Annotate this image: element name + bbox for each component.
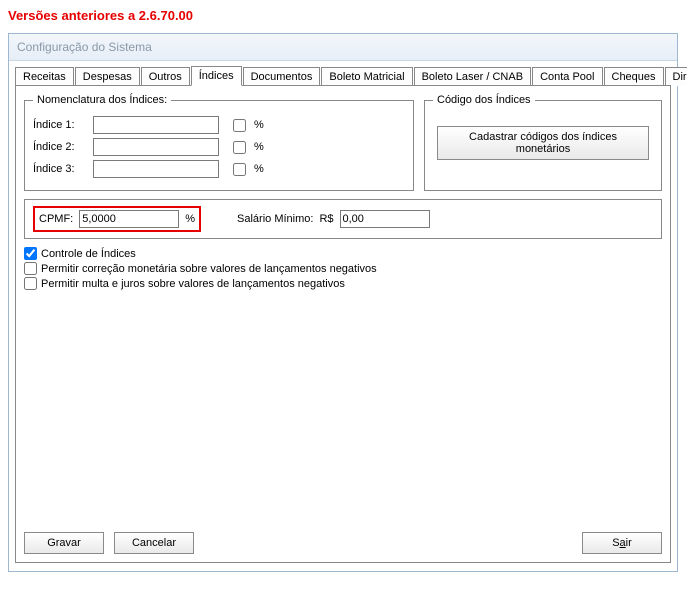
controle-indices-label: Controle de Índices [41, 248, 136, 260]
gravar-button[interactable]: Gravar [24, 532, 104, 554]
codigo-legend: Código dos Índices [433, 94, 535, 106]
indice-3-label: Índice 3: [33, 163, 87, 175]
nomenclatura-group: Nomenclatura dos Índices: Índice 1: % Ín… [24, 94, 414, 191]
tab-receitas[interactable]: Receitas [15, 67, 74, 86]
cpmf-highlight: CPMF: % [33, 206, 201, 232]
permitir-correcao-option[interactable]: Permitir correção monetária sobre valore… [24, 262, 662, 275]
tab-diretorios[interactable]: Diretórios [665, 67, 687, 86]
tab-panel-indices: Nomenclatura dos Índices: Índice 1: % Ín… [15, 85, 671, 563]
indice-row-1: Índice 1: % [33, 116, 405, 134]
permitir-multa-checkbox[interactable] [24, 277, 37, 290]
options-block: Controle de Índices Permitir correção mo… [24, 247, 662, 290]
sair-button[interactable]: Sair [582, 532, 662, 554]
tab-outros[interactable]: Outros [141, 67, 190, 86]
tab-strip: Receitas Despesas Outros Índices Documen… [15, 66, 671, 86]
nomenclatura-legend: Nomenclatura dos Índices: [33, 94, 171, 106]
controle-indices-option[interactable]: Controle de Índices [24, 247, 662, 260]
indice-1-pct-label: % [254, 119, 264, 131]
indice-1-pct-checkbox[interactable] [233, 119, 246, 132]
salario-minimo-currency: R$ [319, 213, 333, 225]
window-title: Configuração do Sistema [9, 34, 677, 61]
indice-2-pct-label: % [254, 141, 264, 153]
indice-2-label: Índice 2: [33, 141, 87, 153]
permitir-multa-label: Permitir multa e juros sobre valores de … [41, 278, 345, 290]
tab-documentos[interactable]: Documentos [243, 67, 321, 86]
cadastrar-codigos-button[interactable]: Cadastrar códigos dos índices monetários [437, 126, 649, 160]
version-header: Versões anteriores a 2.6.70.00 [8, 8, 679, 23]
indice-2-input[interactable] [93, 138, 219, 156]
cpmf-suffix: % [185, 213, 195, 225]
cancelar-button[interactable]: Cancelar [114, 532, 194, 554]
tab-indices[interactable]: Índices [191, 66, 242, 86]
indice-row-2: Índice 2: % [33, 138, 405, 156]
tab-boleto-laser-cnab[interactable]: Boleto Laser / CNAB [414, 67, 532, 86]
tab-despesas[interactable]: Despesas [75, 67, 140, 86]
salario-minimo-label: Salário Mínimo: [237, 213, 313, 225]
permitir-correcao-label: Permitir correção monetária sobre valore… [41, 263, 377, 275]
client-area: Receitas Despesas Outros Índices Documen… [9, 61, 677, 571]
permitir-correcao-checkbox[interactable] [24, 262, 37, 275]
indice-3-input[interactable] [93, 160, 219, 178]
tab-conta-pool[interactable]: Conta Pool [532, 67, 602, 86]
permitir-multa-option[interactable]: Permitir multa e juros sobre valores de … [24, 277, 662, 290]
tab-boleto-matricial[interactable]: Boleto Matricial [321, 67, 412, 86]
codigo-group: Código dos Índices Cadastrar códigos dos… [424, 94, 662, 191]
cpmf-label: CPMF: [39, 213, 73, 225]
cpmf-salario-group: CPMF: % Salário Mínimo: R$ [24, 199, 662, 239]
indice-1-input[interactable] [93, 116, 219, 134]
indice-row-3: Índice 3: % [33, 160, 405, 178]
config-window: Configuração do Sistema Receitas Despesa… [8, 33, 678, 572]
indice-3-pct-checkbox[interactable] [233, 163, 246, 176]
cpmf-input[interactable] [79, 210, 179, 228]
indice-2-pct-checkbox[interactable] [233, 141, 246, 154]
indice-3-pct-label: % [254, 163, 264, 175]
salario-minimo-input[interactable] [340, 210, 430, 228]
tab-cheques[interactable]: Cheques [604, 67, 664, 86]
indice-1-label: Índice 1: [33, 119, 87, 131]
footer-buttons: Gravar Cancelar Sair [24, 532, 662, 554]
controle-indices-checkbox[interactable] [24, 247, 37, 260]
